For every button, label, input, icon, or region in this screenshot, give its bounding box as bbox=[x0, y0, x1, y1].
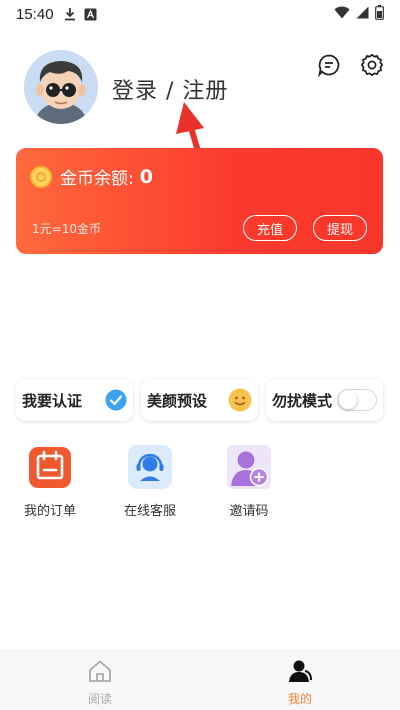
download-icon bbox=[64, 7, 76, 21]
grid-item-invite-code[interactable]: 邀请码 bbox=[213, 444, 285, 519]
nav-label-mine: 我的 bbox=[287, 692, 312, 706]
do-not-disturb-chip: 勿扰模式 bbox=[266, 379, 383, 421]
battery-icon bbox=[375, 4, 384, 24]
grid-item-label: 我的订单 bbox=[23, 504, 76, 519]
home-icon bbox=[87, 659, 113, 687]
recharge-button[interactable]: 充值 bbox=[243, 215, 297, 241]
a-badge-icon bbox=[84, 8, 97, 21]
verified-check-icon bbox=[105, 389, 127, 411]
login-register-link[interactable]: 登录 / 注册 bbox=[112, 73, 228, 105]
grid-item-customer-service[interactable]: 在线客服 bbox=[114, 444, 186, 519]
nav-label-read: 阅读 bbox=[87, 692, 112, 706]
settings-icon[interactable] bbox=[359, 52, 385, 78]
avatar[interactable] bbox=[24, 50, 98, 124]
withdraw-button[interactable]: 提现 bbox=[313, 215, 367, 241]
grid-item-label: 邀请码 bbox=[229, 504, 269, 519]
gold-coin-icon bbox=[30, 165, 52, 188]
signal-icon bbox=[356, 6, 369, 23]
status-bar: 15:40 bbox=[0, 0, 400, 28]
status-time: 15:40 bbox=[16, 5, 54, 23]
verify-identity-chip[interactable]: 我要认证 bbox=[16, 379, 133, 421]
exchange-rate-text: 1元=10金币 bbox=[32, 222, 101, 236]
profile-icon bbox=[287, 659, 313, 687]
do-not-disturb-toggle[interactable] bbox=[337, 389, 377, 411]
chip-label: 勿扰模式 bbox=[272, 391, 333, 410]
beauty-preset-chip[interactable]: 美颜预设 bbox=[141, 379, 258, 421]
nav-item-read[interactable]: 阅读 bbox=[0, 651, 200, 710]
add-user-icon bbox=[226, 444, 272, 490]
wifi-icon bbox=[334, 6, 350, 23]
nav-item-mine[interactable]: 我的 bbox=[200, 651, 400, 710]
toggle-knob bbox=[339, 391, 357, 409]
chip-label: 我要认证 bbox=[22, 391, 83, 410]
calendar-icon bbox=[27, 444, 73, 490]
message-icon[interactable] bbox=[316, 52, 342, 78]
coin-balance-label: 金币余额: bbox=[60, 169, 134, 189]
grid-item-label: 在线客服 bbox=[123, 504, 176, 519]
bottom-nav: 阅读 我的 bbox=[0, 650, 400, 710]
smile-face-icon bbox=[228, 388, 252, 412]
customer-service-icon bbox=[127, 444, 173, 490]
coin-balance-value: 0 bbox=[139, 165, 153, 188]
chip-label: 美颜预设 bbox=[147, 391, 208, 410]
grid-item-my-orders[interactable]: 我的订单 bbox=[14, 444, 86, 519]
